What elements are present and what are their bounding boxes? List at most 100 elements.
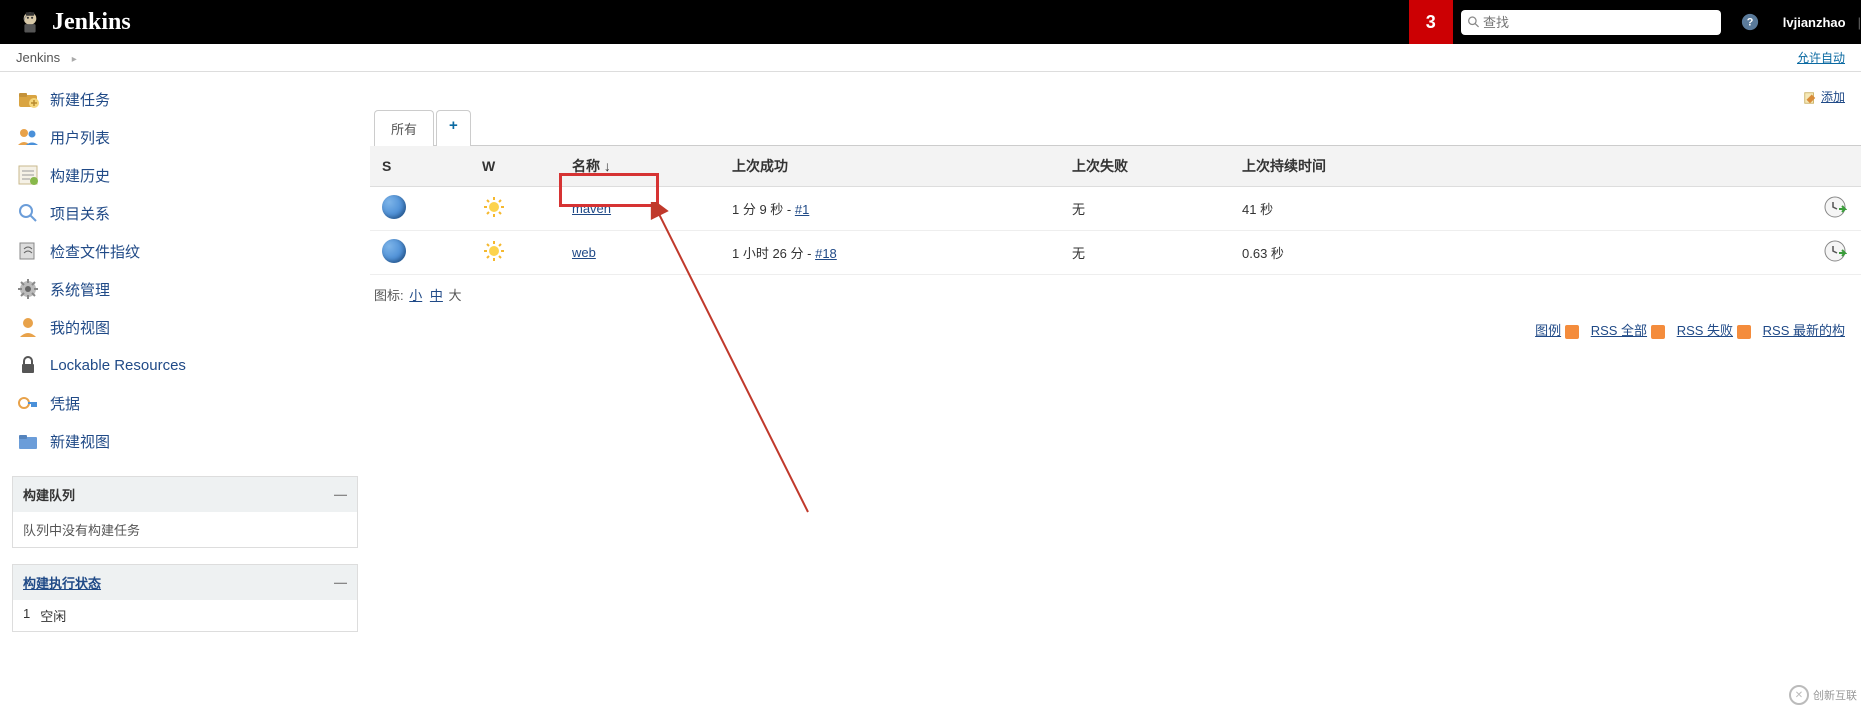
build-link[interactable]: #1 — [795, 202, 809, 217]
table-row: maven 1 分 9 秒 - #1 无 41 秒 — [370, 187, 1861, 231]
tab-add-view[interactable]: + — [436, 110, 471, 146]
watermark-logo-icon: ✕ — [1789, 685, 1809, 705]
last-failure-cell: 无 — [1060, 187, 1230, 231]
rss-all-link[interactable]: RSS 全部 — [1591, 323, 1647, 338]
add-description-link[interactable]: 添加 — [1821, 90, 1845, 104]
last-success-cell: 1 小时 26 分 - #18 — [720, 231, 1060, 275]
new-item-icon — [16, 87, 40, 111]
watermark-text: 创新互联 — [1813, 687, 1857, 703]
sidebar-item-credentials[interactable]: 凭据 — [0, 384, 370, 422]
last-success-cell: 1 分 9 秒 - #1 — [720, 187, 1060, 231]
job-link-maven[interactable]: maven — [572, 201, 611, 216]
last-duration-cell: 41 秒 — [1230, 187, 1811, 231]
notification-badge[interactable]: 3 — [1409, 0, 1453, 44]
col-last-success[interactable]: 上次成功 — [720, 146, 1060, 187]
icon-size-legend: 图标: 小 中 大 — [370, 275, 1861, 314]
col-weather[interactable]: W — [470, 146, 560, 187]
my-views-icon — [16, 315, 40, 339]
icon-size-large: 大 — [449, 288, 462, 303]
collapse-icon[interactable]: — — [334, 487, 347, 502]
sidebar-item-label: 新建任务 — [50, 89, 110, 110]
rss-icon — [1737, 325, 1751, 339]
sidebar-item-new-item[interactable]: 新建任务 — [0, 80, 370, 118]
executor-status-header: 构建执行状态 — — [13, 565, 357, 600]
rss-failed-link[interactable]: RSS 失败 — [1677, 323, 1733, 338]
col-status[interactable]: S — [370, 146, 470, 187]
rss-icon — [1651, 325, 1665, 339]
view-tabs: 所有 + — [374, 109, 1861, 146]
last-success-text: 1 小时 26 分 - — [732, 246, 815, 261]
last-failure-cell: 无 — [1060, 231, 1230, 275]
breadcrumb-separator-icon: ▸ — [72, 54, 77, 65]
executor-status-pane: 构建执行状态 — 1 空闲 — [12, 564, 358, 632]
help-icon[interactable]: ? — [1741, 13, 1759, 31]
search-area — [1461, 10, 1721, 35]
sidebar-item-project-relationship[interactable]: 项目关系 — [0, 194, 370, 232]
people-icon — [16, 125, 40, 149]
breadcrumb-bar: Jenkins ▸ 允许自动 — [0, 44, 1861, 72]
executor-status-title[interactable]: 构建执行状态 — [23, 573, 101, 592]
table-header-row: S W 名称 ↓ 上次成功 上次失败 上次持续时间 — [370, 146, 1861, 187]
build-queue-header: 构建队列 — — [13, 477, 357, 512]
svg-text:?: ? — [1746, 17, 1753, 29]
sidebar-item-label: 构建历史 — [50, 165, 110, 186]
fingerprint-icon — [16, 239, 40, 263]
gear-icon — [16, 277, 40, 301]
table-row: web 1 小时 26 分 - #18 无 0.63 秒 — [370, 231, 1861, 275]
username-link[interactable]: lvjianzhao — [1783, 15, 1846, 30]
header-divider: | — [1858, 15, 1861, 30]
project-relationship-icon — [16, 201, 40, 225]
tab-all[interactable]: 所有 — [374, 110, 434, 146]
sidebar-item-build-history[interactable]: 构建历史 — [0, 156, 370, 194]
rss-row: 图例 RSS 全部 RSS 失败 RSS 最新的构 — [370, 314, 1861, 345]
projects-table: S W 名称 ↓ 上次成功 上次失败 上次持续时间 maven 1 分 9 秒 … — [370, 146, 1861, 275]
credentials-icon — [16, 391, 40, 415]
logo-area[interactable]: Jenkins — [16, 8, 131, 36]
sidebar-item-label: 新建视图 — [50, 431, 110, 452]
executor-row: 1 空闲 — [13, 600, 357, 631]
status-ball-blue-icon — [382, 239, 406, 263]
sidebar-item-label: 用户列表 — [50, 127, 110, 148]
build-queue-title: 构建队列 — [23, 485, 75, 504]
icon-size-small[interactable]: 小 — [409, 288, 422, 303]
rss-latest-link[interactable]: RSS 最新的构 — [1763, 323, 1845, 338]
last-success-text: 1 分 9 秒 - — [732, 202, 795, 217]
collapse-icon[interactable]: — — [334, 575, 347, 590]
sidebar-item-label: Lockable Resources — [50, 357, 186, 374]
schedule-build-icon[interactable] — [1823, 195, 1847, 219]
sidebar-item-lockable-resources[interactable]: Lockable Resources — [0, 346, 370, 384]
sidebar: 新建任务 用户列表 构建历史 项目关系 检查文件指纹 系统管理 我的视图 Lo — [0, 72, 370, 640]
icon-legend-label: 图标: — [374, 288, 407, 303]
watermark: ✕ 创新互联 — [1789, 685, 1857, 705]
sidebar-item-manage[interactable]: 系统管理 — [0, 270, 370, 308]
lock-icon — [16, 353, 40, 377]
schedule-build-icon[interactable] — [1823, 239, 1847, 263]
sidebar-item-my-views[interactable]: 我的视图 — [0, 308, 370, 346]
job-link-web[interactable]: web — [572, 245, 596, 260]
jenkins-logo-icon — [16, 8, 44, 36]
col-last-duration[interactable]: 上次持续时间 — [1230, 146, 1811, 187]
breadcrumb-item[interactable]: Jenkins — [16, 50, 60, 65]
sidebar-item-fingerprint[interactable]: 检查文件指纹 — [0, 232, 370, 270]
build-link[interactable]: #18 — [815, 246, 837, 261]
icon-size-medium[interactable]: 中 — [430, 288, 443, 303]
sidebar-item-new-view[interactable]: 新建视图 — [0, 422, 370, 460]
search-input[interactable] — [1480, 12, 1715, 33]
header: Jenkins 3 ? lvjianzhao | — [0, 0, 1861, 44]
sidebar-item-label: 我的视图 — [50, 317, 110, 338]
main-content: 添加 所有 + S W 名称 ↓ 上次成功 上次失败 上次持续时间 — [370, 72, 1861, 640]
search-box[interactable] — [1461, 10, 1721, 35]
auto-refresh-link[interactable]: 允许自动 — [1797, 49, 1845, 66]
weather-sunny-icon — [482, 195, 506, 219]
weather-sunny-icon — [482, 239, 506, 263]
col-last-failure[interactable]: 上次失败 — [1060, 146, 1230, 187]
col-name[interactable]: 名称 ↓ — [560, 146, 720, 187]
status-ball-blue-icon — [382, 195, 406, 219]
legend-link[interactable]: 图例 — [1535, 323, 1561, 338]
sidebar-item-label: 系统管理 — [50, 279, 110, 300]
sidebar-item-label: 项目关系 — [50, 203, 110, 224]
sidebar-item-people[interactable]: 用户列表 — [0, 118, 370, 156]
build-history-icon — [16, 163, 40, 187]
edit-icon — [1803, 91, 1817, 105]
build-queue-pane: 构建队列 — 队列中没有构建任务 — [12, 476, 358, 548]
